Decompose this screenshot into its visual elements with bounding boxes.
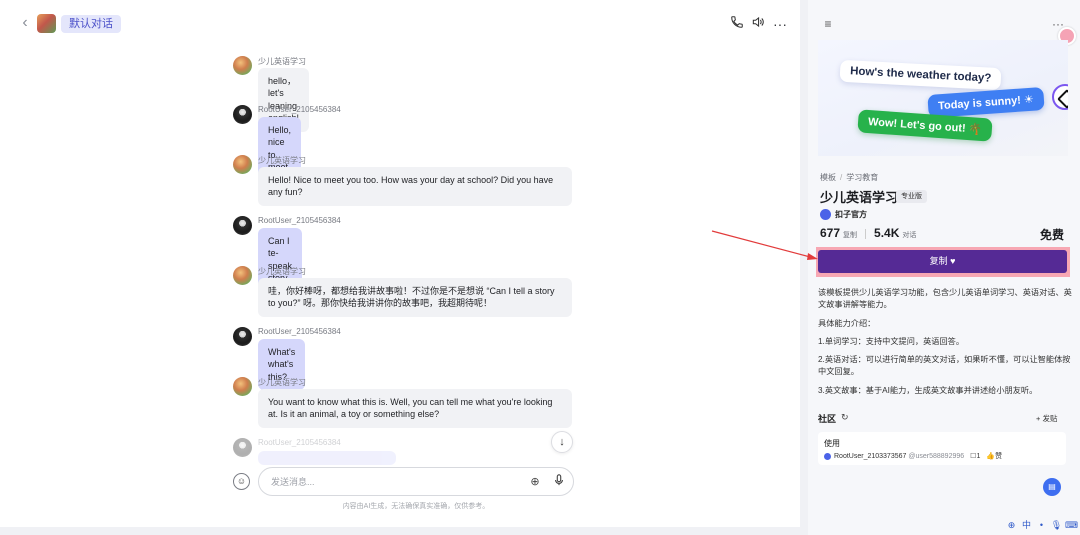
conversation-count-label: 对话 xyxy=(902,232,917,239)
bot-avatar[interactable] xyxy=(37,14,56,33)
collapse-panel-icon[interactable]: ≡ xyxy=(820,16,836,32)
ime-logo-icon[interactable]: ⊕ xyxy=(1005,518,1018,532)
scroll-to-bottom-button[interactable]: ↓ xyxy=(551,431,573,453)
breadcrumb-item[interactable]: 学习教育 xyxy=(846,173,878,182)
description-text: 3.英文故事：基于AI能力，生成英文故事并讲述给小朋友听。 xyxy=(818,386,1038,395)
message-bubble: You want to know what this is. Well, you… xyxy=(258,389,572,428)
breadcrumb-item[interactable]: 模板 xyxy=(820,173,836,182)
feedback-button[interactable]: ▤ xyxy=(1043,478,1061,496)
message-bubble: Hello! Nice to meet you too. How was you… xyxy=(258,167,572,206)
conversation-tag[interactable]: 默认对话 xyxy=(61,15,121,33)
chevron-left-icon: ‹ xyxy=(22,14,28,31)
post-title: 使用 xyxy=(824,439,840,448)
sender-name: 少儿英语学习 xyxy=(258,267,306,276)
copy-button[interactable]: 复制 ♥ xyxy=(818,250,1067,273)
post-handle: @user588892996 xyxy=(908,453,965,460)
message-input-box: ⊕ xyxy=(258,467,574,496)
sender-name: RootUser_2105456384 xyxy=(258,216,341,225)
comment-count: 1 xyxy=(976,453,981,460)
message-bubble: 哇，你好棒呀，都想给我讲故事啦！不过你是不是想说 “Can I tell a s… xyxy=(258,278,572,317)
smile-icon: ☺ xyxy=(236,476,247,486)
chat-header: ‹ 默认对话 ··· xyxy=(0,0,800,48)
ime-punct-icon[interactable]: • xyxy=(1035,518,1048,532)
phone-icon[interactable] xyxy=(728,15,746,33)
banner-text-1: How's the weather today? xyxy=(839,59,1002,91)
sender-name: RootUser_2105456384 xyxy=(258,105,341,114)
post-author[interactable]: RootUser_2103373567 xyxy=(834,453,906,460)
chat-bubble-icon: ▤ xyxy=(1048,482,1056,491)
sender-name: 少儿英语学习 xyxy=(258,156,306,165)
price: 免费 xyxy=(1040,228,1065,242)
description-text: 具体能力介绍： xyxy=(818,319,876,328)
user-icon xyxy=(824,452,831,460)
ime-keyboard-icon[interactable]: ⌨ xyxy=(1065,518,1078,532)
description-text: 2.英语对话：可以进行简单的英文对话，如果听不懂，可以让智能体按中文回复。 xyxy=(818,355,1071,376)
template-banner: How's the weather today? Today is sunny!… xyxy=(818,40,1068,156)
message-bubble xyxy=(258,451,396,465)
microphone-icon[interactable] xyxy=(551,474,567,490)
stats: 677 复制 5.4K 对话 xyxy=(820,226,916,240)
user-avatar xyxy=(233,438,252,457)
ime-voice-icon[interactable]: 🎙 xyxy=(1050,518,1063,532)
verified-icon xyxy=(820,209,831,221)
emoji-button[interactable]: ☺ xyxy=(233,473,250,490)
arrow-down-icon: ↓ xyxy=(559,436,565,448)
ime-lang[interactable]: 中 xyxy=(1020,518,1033,532)
add-icon[interactable]: ⊕ xyxy=(527,474,543,490)
copy-count: 677 xyxy=(820,226,841,240)
edition-badge: 专业版 xyxy=(896,190,927,203)
like-label: 赞 xyxy=(995,453,1003,460)
brand-logo-icon xyxy=(1052,84,1068,110)
post-meta: RootUser_2103373567 @user588892996 ☐1 👍赞 xyxy=(824,451,1002,461)
copy-count-label: 复制 xyxy=(843,232,858,239)
sender-name: 少儿英语学习 xyxy=(258,57,306,66)
refresh-icon[interactable]: ↻ xyxy=(841,412,849,423)
bot-avatar xyxy=(233,56,252,75)
ime-toolbar: ⊕ 中 • 🎙 ⌨ xyxy=(1005,517,1080,533)
bot-info-panel: ≡ ··· How's the weather today? Today is … xyxy=(808,0,1080,535)
user-avatar xyxy=(233,327,252,346)
community-title: 社区 xyxy=(818,414,837,424)
message-input[interactable] xyxy=(271,474,521,490)
bot-avatar xyxy=(233,266,252,285)
community-post-card[interactable]: 使用 RootUser_2103373567 @user588892996 ☐1 👍赞 xyxy=(818,432,1066,465)
user-avatar xyxy=(233,216,252,235)
sender-name: RootUser_2105456384 xyxy=(258,438,341,447)
sender-name: RootUser_2105456384 xyxy=(258,327,341,336)
description-text: 该模板提供少儿英语学习功能，包含少儿英语单词学习、英语对话、英文故事讲解等能力。 xyxy=(818,288,1072,309)
user-avatar xyxy=(233,105,252,124)
bot-avatar xyxy=(233,377,252,396)
breadcrumb: 模板 / 学习教育 xyxy=(820,173,879,182)
speaker-icon[interactable] xyxy=(749,15,767,33)
description-text: 1.单词学习：支持中文提问，英语回答。 xyxy=(818,337,965,346)
thumb-up-icon[interactable]: 👍 xyxy=(986,453,995,460)
more-icon[interactable]: ··· xyxy=(771,15,789,33)
new-post-button[interactable]: + 发贴 xyxy=(1036,413,1057,424)
back-button[interactable]: ‹ xyxy=(18,14,32,32)
sender-name: 少儿英语学习 xyxy=(258,378,306,387)
bot-avatar xyxy=(233,155,252,174)
author: 扣子官方 xyxy=(820,207,867,221)
author-name[interactable]: 扣子官方 xyxy=(835,209,867,220)
conversation-count: 5.4K xyxy=(874,226,900,240)
ai-disclaimer: 内容由AI生成，无法确保真实准确，仅供参考。 xyxy=(342,503,490,510)
banner-text-2: Today is sunny! ☀ xyxy=(927,86,1045,119)
chat-panel: ‹ 默认对话 ··· 少儿英语学习 hello，let's leaning en… xyxy=(0,0,800,527)
bot-title: 少儿英语学习 xyxy=(820,190,899,205)
